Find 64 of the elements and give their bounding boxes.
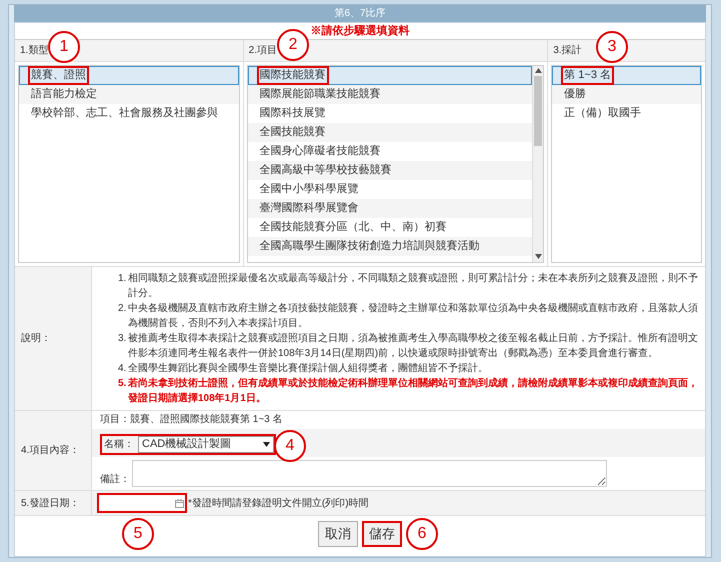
note-text: 被推薦考生取得本表採計之競賽或證照項目之日期，須為被推薦考生入學高職學校之後至報名截止日前，方予採計。惟所有證明文件影本須連同考生報名表件一併於108年3月14日(星期四)前，以快遞或限時掛號寄出（郵戳為憑）至本委員會進行審查。 [128, 332, 699, 361]
list-item[interactable]: 競賽、證照 [19, 66, 239, 85]
item-summary: 項目：競賽、證照國際技能競賽第 1~3 名 [92, 411, 705, 429]
selection-list[interactable]: 第 1~3 名 優勝 正（備）取國手 [551, 65, 702, 263]
scroll-up-icon[interactable] [534, 68, 542, 74]
item-label: 正（備）取國手 [563, 106, 642, 122]
note-text: 相同職類之競賽或證照採最優名次或最高等級計分，不同職類之競賽或證照，則可累計計分；未在本表所列之競賽及證照，則不予計分。 [128, 272, 699, 301]
note-number: 3. [118, 332, 128, 346]
field-label: 備註： [100, 472, 130, 487]
list-item[interactable]: 全國高級中等學校技藝競賽 [248, 161, 532, 180]
list-item[interactable]: 國際技能競賽 [248, 66, 532, 85]
item-label: 優勝 [563, 87, 588, 102]
name-dropdown[interactable]: CAD機械設計製圖 [138, 436, 274, 453]
note-number: 2. [118, 302, 128, 316]
note-text: 中央各級機關及直轄市政府主辦之各項技藝技能競賽，發證時之主辦單位和落款單位須為中央各級機關或直轄市政府，且落款人須為機關首長，否則不列入本表採計項目。 [128, 302, 699, 331]
item-label: 全國中小學科學展覽 [258, 182, 360, 198]
note-text: 若尚未拿到技術士證照，但有成績單或於技能檢定術科辦理單位相關網站可查詢到成績，請檢附成績單影本或複印成績查詢頁面，發證日期請選擇108年1月1日。 [128, 376, 699, 406]
item-label: 全國高級中等學校技藝競賽 [258, 162, 393, 178]
field-label: 名稱： [103, 438, 135, 452]
list-item[interactable]: 正（備）取國手 [552, 104, 701, 123]
remark-field[interactable] [132, 460, 607, 487]
list-item[interactable]: 全國技能競賽 [248, 123, 532, 142]
list-item[interactable]: 優勝 [552, 85, 701, 104]
note-number: 1. [118, 272, 128, 286]
item-label: 國際技能競賽 [256, 66, 329, 85]
list-item[interactable]: 臺灣國際科學展覽會 [248, 199, 532, 218]
list-item[interactable]: 語言能力檢定 [19, 85, 239, 104]
note-number: 5. [118, 377, 128, 391]
item-label: 語言能力檢定 [30, 86, 98, 102]
list-item[interactable]: 國際科技展覽 [248, 104, 532, 123]
scroll-down-icon[interactable] [534, 254, 542, 260]
scrollbar[interactable] [532, 66, 544, 262]
list-item[interactable]: 全國技能競賽分區（北、中、南）初賽 [248, 218, 532, 237]
item-label: 全國身心障礙者技能競賽 [258, 144, 382, 160]
item-label: 第 1~3 名 [561, 66, 614, 85]
list-item[interactable]: 全國中小學科學展覽 [248, 180, 532, 199]
list-item[interactable]: 學校幹部、志工、社會服務及社團參與 [19, 104, 239, 123]
list-item[interactable]: 全國身心障礙者技能競賽 [248, 142, 532, 161]
row-label: 說明： [20, 332, 52, 346]
selection-list[interactable]: 競賽、證照 語言能力檢定 學校幹部、志工、社會服務及社團參與 [18, 65, 240, 263]
note-text: 全國學生舞蹈比賽與全國學生音樂比賽僅採計個人組得獎者，團體組皆不予採計。 [128, 362, 488, 376]
item-label: 國際展能節職業技能競賽 [258, 86, 382, 102]
note-number: 4. [118, 362, 128, 376]
cancel-button[interactable]: 取消 [318, 521, 358, 547]
save-button[interactable]: 儲存 [362, 521, 402, 547]
item-label: 競賽、證照 [28, 66, 89, 85]
date-field[interactable] [97, 493, 187, 513]
dropdown-caret-icon [263, 442, 270, 447]
item-label: 全國高職學生團隊技術創造力培訓與競賽活動 [258, 238, 481, 254]
instruction-text: ※請依步驟選填資料 [310, 24, 410, 39]
window-title: 第6、7比序 [14, 5, 706, 22]
item-label: 學校幹部、志工、社會服務及社團參與 [30, 106, 219, 122]
item-label: 全國技能競賽 [258, 124, 327, 140]
date-hint: *發證時間請登錄證明文件開立(列印)時間 [188, 496, 369, 510]
item-label: 臺灣國際科學展覽會 [258, 200, 360, 216]
row-label: 4.項目內容： [20, 444, 80, 458]
calendar-icon [175, 498, 184, 508]
list-item[interactable]: 全國高職學生團隊技術創造力培訓與競賽活動 [248, 237, 532, 256]
row-label: 5.發證日期： [20, 496, 80, 510]
selection-list[interactable]: 國際技能競賽 國際展能節職業技能競賽 國際科技展覽 全國技能競賽 全國身心障礙者技能競賽 全國高級中等學校技藝競賽 全國中小學科學展覽 臺灣國際科學展覽會 全國技能競賽分區（北、中、南）初賽 全國高職學生團隊技術創造力培訓與競賽活動 [246, 65, 544, 263]
list-item[interactable]: 第 1~3 名 [552, 66, 701, 85]
list-item[interactable]: 國際展能節職業技能競賽 [248, 85, 532, 104]
item-label: 全國技能競賽分區（北、中、南）初賽 [258, 220, 448, 236]
item-label: 國際科技展覽 [258, 106, 327, 122]
